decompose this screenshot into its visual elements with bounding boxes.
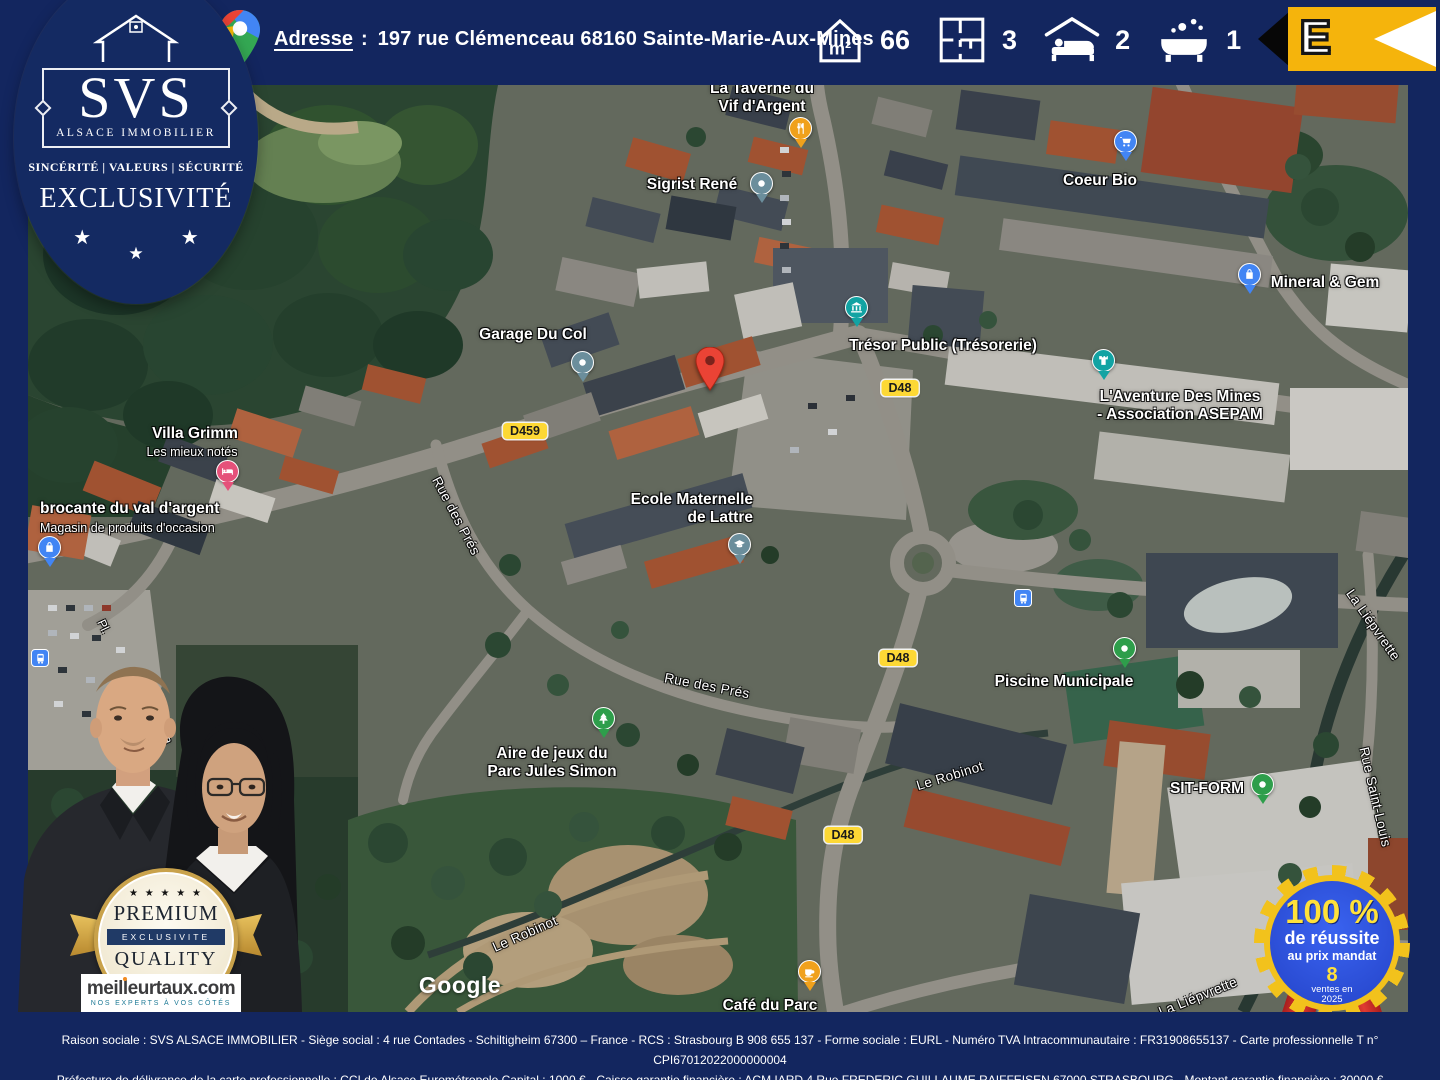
energy-arrow-notch (1374, 11, 1436, 67)
label-le-robinot-1: Le Robinot (915, 758, 986, 793)
footer-bar: Raison sociale : SVS ALSACE IMMOBILIER -… (0, 1012, 1440, 1080)
logo-subtitle: ALSACE IMMOBILIER (56, 127, 216, 139)
pin-mineral-gem (1238, 263, 1262, 294)
success-count: 8 (1326, 965, 1337, 985)
label-sit-form: SIT-FORM (1170, 780, 1244, 798)
energy-arrow-body: E (1288, 7, 1436, 71)
bed-icon (1043, 15, 1101, 65)
energy-arrow-tip (1258, 11, 1290, 67)
premium-subtitle: QUALITY (115, 948, 218, 971)
logo-values: SINCÉRITÉ | VALEURS | SÉCURITÉ (28, 160, 243, 175)
address: Adresse : 197 rue Clémenceau 68160 Saint… (274, 0, 874, 78)
address-colon: : (361, 28, 368, 51)
stat-chambres: 2 (1043, 15, 1130, 65)
google-watermark: Google (419, 972, 501, 998)
label-villa-grimm-sub: Les mieux notés (146, 445, 237, 459)
meilleurtaux-logo: meilleurtaux.com NOS EXPERTS À VOS CÔTÉS (81, 974, 241, 1012)
stat-value: 66 (880, 25, 910, 56)
stat-value: 3 (1002, 25, 1017, 56)
label-la-taverne: La Taverne duVif d'Argent (710, 85, 814, 116)
address-label: Adresse (274, 28, 353, 51)
label-mineral-gem: Mineral & Gem (1271, 274, 1380, 292)
label-la-liepvrette-1: La Liépvrette (1343, 586, 1403, 663)
bus-stop-east (1014, 589, 1032, 607)
label-rue-des-pres-1: Rue des Prés (429, 474, 483, 558)
premium-band: EXCLUSIVITE (107, 929, 225, 945)
success-year: 2025 (1321, 995, 1342, 1005)
logo-star-single: ★ (128, 244, 143, 264)
pin-aventure-mines (1092, 349, 1116, 380)
label-brocante-sub: Magasin de produits d'occasion (40, 521, 215, 535)
property-stats: m² 66 3 2 1 (814, 0, 1267, 80)
pin-property (695, 347, 725, 391)
bath-icon (1156, 15, 1212, 65)
label-cafe-du-parc: Café du Parc (723, 997, 818, 1012)
meilleurtaux-brand: meilleurtaux.com (87, 979, 235, 998)
pin-coeur-bio (1114, 130, 1138, 161)
logo-name: SVS (56, 70, 216, 125)
area-m2-icon: m² (814, 13, 866, 67)
label-aventure-mines: L'Aventure Des Mines- Association ASEPAM (1097, 388, 1263, 424)
orange-dot-icon (123, 977, 127, 981)
stat-value: 1 (1226, 25, 1241, 56)
label-coeur-bio: Coeur Bio (1063, 172, 1137, 190)
premium-title: PREMIUM (113, 901, 218, 926)
pin-sigrist-rene (750, 172, 774, 203)
success-line2: au prix mandat (1288, 950, 1377, 964)
stat-surface: m² 66 (814, 13, 910, 67)
floorplan-icon (936, 14, 988, 66)
premium-stars: ★ ★ ★ ★ ★ (129, 888, 203, 899)
pin-garage-du-col (571, 351, 595, 382)
pin-piscine-municipale (1113, 637, 1137, 668)
label-aire-de-jeux: Aire de jeux duParc Jules Simon (487, 745, 616, 781)
logo-frame: SVS ALSACE IMMOBILIER (42, 68, 230, 148)
pin-sit-form (1251, 773, 1275, 804)
label-villa-grimm: Villa Grimm (152, 425, 238, 443)
real-estate-listing: La Taverne duVif d'Argent Sigrist René Coe… (0, 0, 1440, 1080)
road-badge-d48: D48 (882, 380, 919, 396)
label-le-robinot-2: Le Robinot (490, 913, 560, 955)
label-tresor-public: Trésor Public (Trésorerie) (849, 337, 1037, 355)
energy-rating-letter: E (1300, 10, 1331, 64)
road-badge-d459: D459 (503, 423, 547, 439)
pin-villa-grimm (216, 460, 240, 491)
address-value: 197 rue Clémenceau 68160 Sainte-Marie-Au… (378, 28, 874, 51)
label-rue-saint-louis: Rue Saint-Louis (1356, 746, 1394, 849)
pin-brocante (38, 536, 62, 567)
stat-pieces: 3 (936, 14, 1017, 66)
label-sigrist-rene: Sigrist René (647, 176, 737, 194)
pin-tresor-public (845, 296, 869, 327)
footer-line2: Préfecture de délivrance de la carte pro… (0, 1070, 1440, 1080)
label-brocante: brocante du val d'argent (40, 500, 219, 518)
road-badge-d48: D48 (880, 650, 917, 666)
footer-line1: Raison sociale : SVS ALSACE IMMOBILIER -… (0, 1030, 1440, 1070)
pin-cafe-du-parc (798, 960, 822, 991)
stat-value: 2 (1115, 25, 1130, 56)
success-line1: de réussite (1284, 929, 1379, 949)
success-rosette-badge: 100 % de réussite au prix mandat 8 vente… (1252, 863, 1412, 1031)
label-garage-du-col: Garage Du Col (479, 326, 587, 344)
label-la-liepvrette-2: La Liépvrette (1156, 974, 1239, 1012)
rosette-disc: 100 % de réussite au prix mandat 8 vente… (1270, 881, 1394, 1005)
logo-banner: EXCLUSIVITÉ (40, 183, 233, 215)
pin-aire-de-jeux (592, 707, 616, 738)
energy-rating-arrow: E (1258, 7, 1436, 71)
pin-ecole-maternelle (728, 533, 752, 564)
meilleurtaux-tagline: NOS EXPERTS À VOS CÔTÉS (91, 1000, 231, 1007)
label-ecole-maternelle: Ecole Maternellede Lattre (631, 491, 753, 527)
svg-text:m²: m² (829, 39, 851, 59)
stat-salles-de-bain: 1 (1156, 15, 1241, 65)
road-badge-d48: D48 (825, 827, 862, 843)
label-piscine-municipale: Piscine Municipale (995, 673, 1134, 691)
success-percent: 100 % (1285, 895, 1379, 928)
house-icon (93, 12, 179, 66)
label-rue-des-pres-2: Rue des Prés (663, 670, 751, 702)
pin-la-taverne (789, 117, 813, 148)
